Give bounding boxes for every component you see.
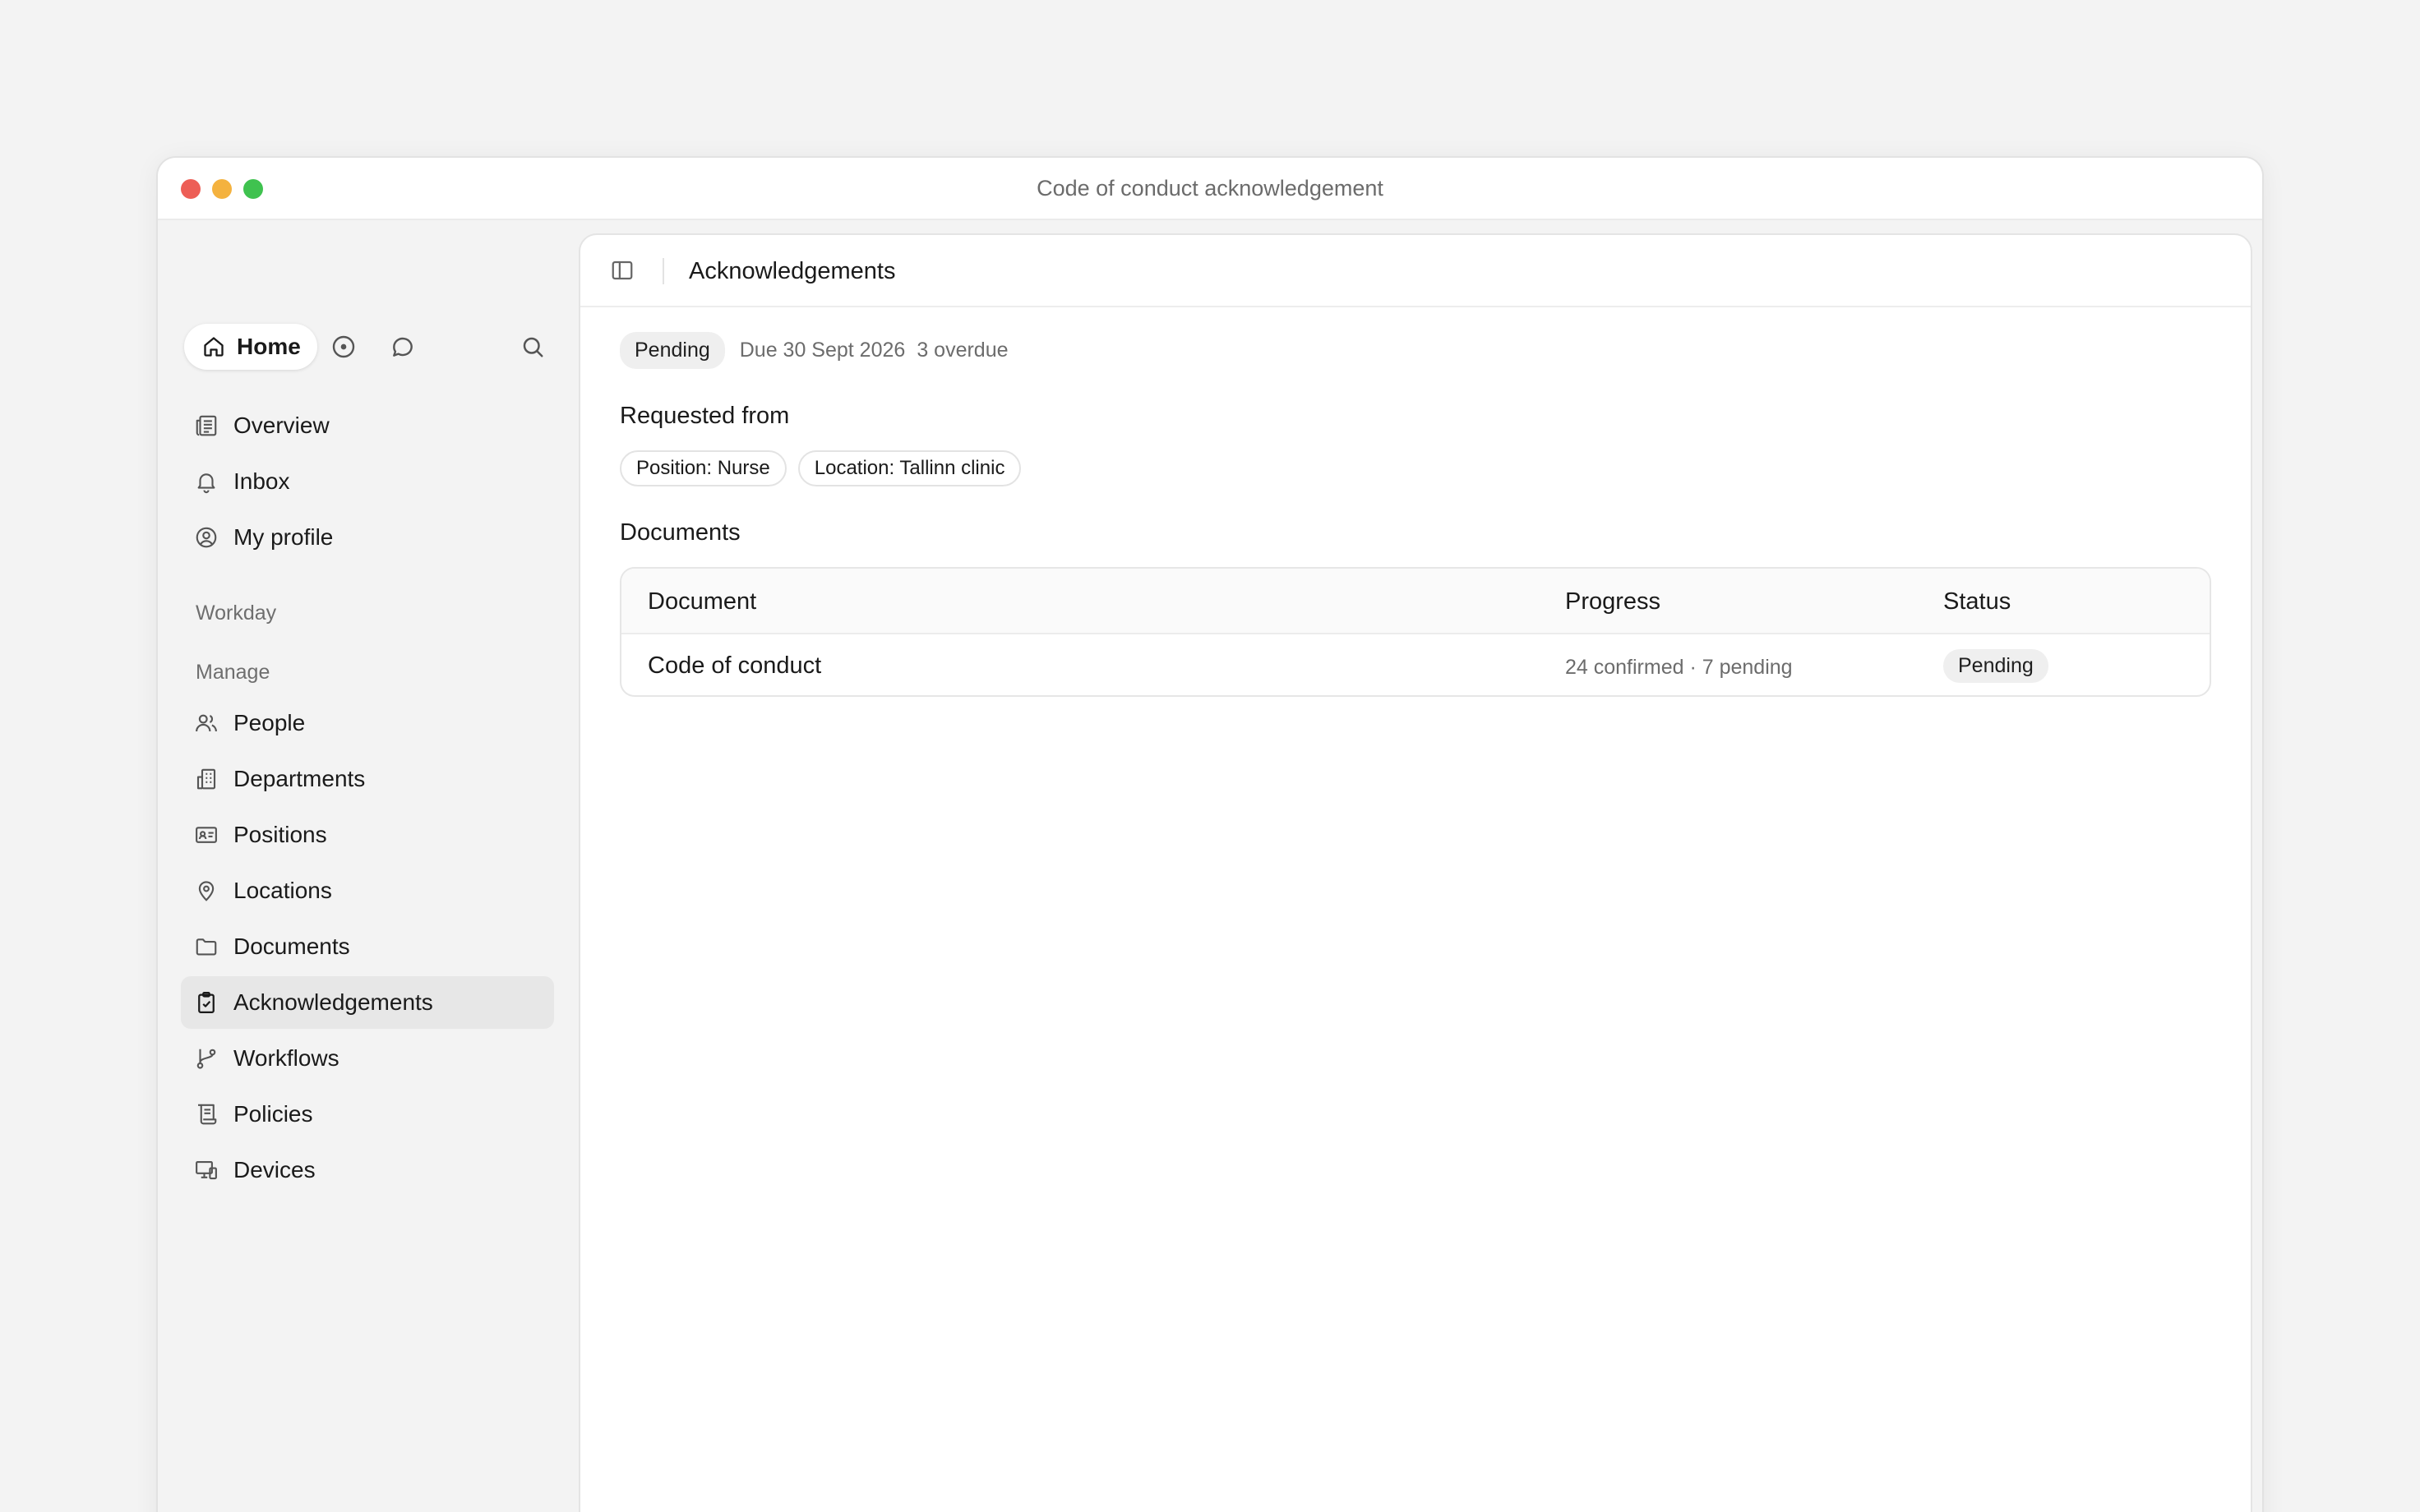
sidebar-item-label: People xyxy=(233,710,306,735)
sidebar-item-label: Acknowledgements xyxy=(233,989,433,1015)
sidebar-item-departments[interactable]: Departments xyxy=(181,753,554,805)
overdue-count: 3 overdue xyxy=(917,339,1009,362)
home-button[interactable]: Home xyxy=(184,324,317,370)
bell-icon xyxy=(197,473,215,494)
section-label-manage[interactable]: Manage xyxy=(196,661,270,685)
devices-icon xyxy=(196,1160,217,1180)
clipboard-check-icon xyxy=(198,992,215,1013)
column-header-progress: Progress xyxy=(1565,588,1661,615)
documents-table: Document Progress Status Code of conduct… xyxy=(620,567,2211,697)
building-icon xyxy=(196,768,216,790)
sidebar-item-acknowledgements[interactable]: Acknowledgements xyxy=(181,976,554,1029)
table-header: Document Progress Status xyxy=(621,569,2210,634)
compass-icon[interactable] xyxy=(329,332,358,362)
id-card-icon xyxy=(196,827,217,843)
table-row[interactable]: Code of conduct 24 confirmed · 7 pending… xyxy=(621,636,2210,695)
column-header-document: Document xyxy=(648,588,757,615)
sidebar-toggle-icon[interactable] xyxy=(610,258,635,287)
sidebar-item-label: Devices xyxy=(233,1157,316,1182)
sidebar-top-nav: Home xyxy=(184,324,546,371)
scroll-icon xyxy=(198,1104,217,1125)
location-chip[interactable]: Location: Tallinn clinic xyxy=(797,450,1022,486)
documents-heading: Documents xyxy=(620,519,741,546)
main-panel: Acknowledgements Pending Due 30 Sept 202… xyxy=(579,233,2252,1512)
document-name: Code of conduct xyxy=(648,652,822,679)
document-status-badge: Pending xyxy=(1943,649,2048,683)
home-label: Home xyxy=(237,334,301,359)
due-date: Due 30 Sept 2026 xyxy=(739,339,906,362)
users-icon xyxy=(196,714,217,732)
sidebar-item-positions[interactable]: Positions xyxy=(181,809,554,861)
sidebar-item-label: Workflows xyxy=(233,1045,339,1071)
newspaper-icon xyxy=(196,415,217,436)
sidebar: Home Overview Inbox My profile Workday M… xyxy=(158,220,577,1512)
page-title: Acknowledgements xyxy=(689,258,896,284)
sidebar-item-label: Locations xyxy=(233,878,332,903)
sidebar-item-workflows[interactable]: Workflows xyxy=(181,1032,554,1085)
sidebar-item-my-profile[interactable]: My profile xyxy=(181,511,554,564)
sidebar-item-devices[interactable]: Devices xyxy=(181,1144,554,1196)
status-badge: Pending xyxy=(620,332,725,369)
sidebar-item-label: Departments xyxy=(233,766,366,791)
header-divider xyxy=(663,258,664,284)
map-pin-icon xyxy=(198,881,215,901)
folder-icon xyxy=(196,938,217,956)
git-branch-icon xyxy=(196,1049,216,1069)
title-bar: Code of conduct acknowledgement xyxy=(158,158,2262,220)
sidebar-item-inbox[interactable]: Inbox xyxy=(181,455,554,508)
sidebar-item-locations[interactable]: Locations xyxy=(181,864,554,917)
column-header-status: Status xyxy=(1943,588,2011,615)
sidebar-item-policies[interactable]: Policies xyxy=(181,1088,554,1141)
document-progress: 24 confirmed · 7 pending xyxy=(1565,656,1793,679)
requested-from-chips: Position: Nurse Location: Tallinn clinic xyxy=(620,450,1022,486)
section-label-workday[interactable]: Workday xyxy=(196,602,276,625)
sidebar-item-label: My profile xyxy=(233,524,334,550)
chat-icon[interactable] xyxy=(388,332,418,362)
sidebar-item-label: Inbox xyxy=(233,468,290,494)
page-header: Acknowledgements xyxy=(580,235,2251,307)
sidebar-item-label: Positions xyxy=(233,822,327,847)
sidebar-item-label: Policies xyxy=(233,1101,313,1127)
user-circle-icon xyxy=(196,527,217,548)
home-icon xyxy=(204,337,224,357)
window-title: Code of conduct acknowledgement xyxy=(1037,176,1383,201)
sidebar-item-label: Documents xyxy=(233,933,350,959)
app-window: Code of conduct acknowledgement Home Ove… xyxy=(156,156,2264,1512)
requested-from-heading: Requested from xyxy=(620,403,790,429)
search-icon[interactable] xyxy=(518,332,547,362)
sidebar-item-people[interactable]: People xyxy=(181,697,554,749)
meta-row: Pending Due 30 Sept 2026 3 overdue xyxy=(620,332,1009,369)
sidebar-item-overview[interactable]: Overview xyxy=(181,399,554,452)
position-chip[interactable]: Position: Nurse xyxy=(620,450,787,486)
sidebar-item-documents[interactable]: Documents xyxy=(181,920,554,973)
sidebar-item-label: Overview xyxy=(233,413,330,438)
